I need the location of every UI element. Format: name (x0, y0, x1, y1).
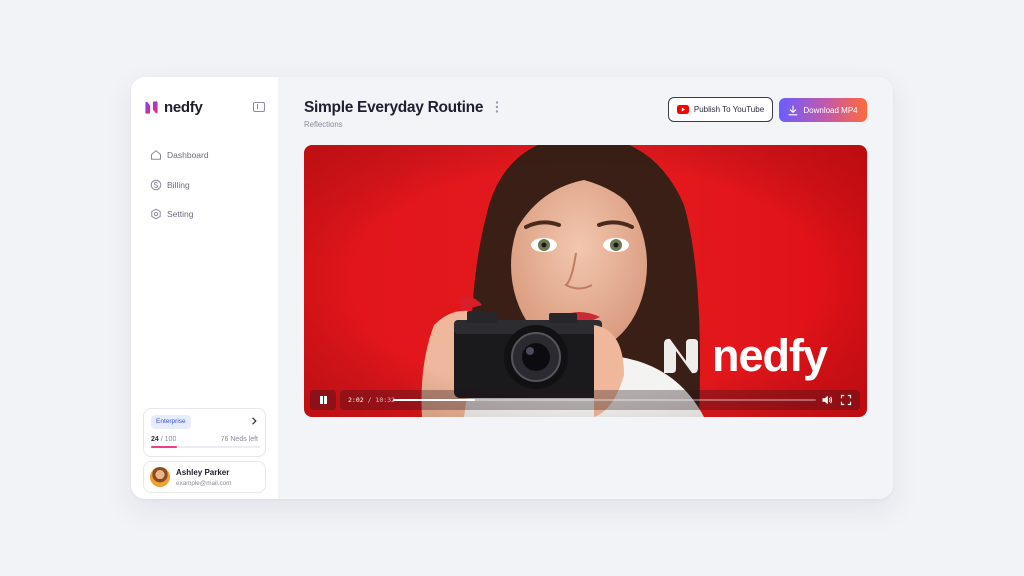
gear-icon (151, 208, 161, 220)
volume-icon[interactable] (821, 394, 833, 406)
video-control-bar: 2:02 / 10:32 (340, 390, 860, 410)
youtube-icon (676, 105, 689, 114)
publish-youtube-label: Publish To YouTube (693, 105, 765, 114)
sidebar-nav: Dashboard Billing Setting (150, 148, 209, 237)
more-options-icon[interactable] (494, 100, 500, 114)
sidebar-item-label: Billing (167, 179, 190, 190)
brand-name: nedfy (164, 99, 203, 116)
download-mp4-label: Download MP4 (803, 105, 858, 115)
video-player[interactable]: nedfy 2:02 / 10:32 (304, 145, 867, 417)
video-current-time: 2:02 (348, 396, 364, 404)
main-content: Simple Everyday Routine Reflections Publ… (278, 77, 893, 499)
chevron-right-icon[interactable] (250, 416, 258, 426)
user-email: example@mail.com (176, 480, 232, 487)
dollar-icon (150, 179, 162, 190)
home-icon (151, 150, 161, 160)
plan-card[interactable]: Enterprise 24 / 100 76 Neds left (143, 408, 266, 457)
video-time: 2:02 / 10:32 (348, 396, 395, 404)
sidebar-item-billing[interactable]: Billing (150, 178, 209, 192)
sidebar-item-label: Setting (167, 209, 194, 219)
publish-youtube-button[interactable]: Publish To YouTube (668, 97, 773, 122)
sidebar: nedfy Dashboard Billing Setting Enterpri… (131, 77, 278, 499)
plan-badge: Enterprise (151, 415, 191, 429)
video-controls: 2:02 / 10:32 (310, 390, 860, 410)
plan-progress-bar (151, 446, 260, 448)
pause-button[interactable] (310, 390, 336, 410)
page-title: Simple Everyday Routine (304, 99, 484, 116)
video-seek-fill (393, 399, 475, 401)
plan-separator: / (160, 436, 163, 443)
user-name: Ashley Parker (176, 468, 230, 477)
plan-usage: 24 / 100 (151, 436, 176, 443)
plan-used-count: 24 (151, 436, 159, 443)
nedfy-watermark-logo-icon (664, 338, 698, 373)
video-time-separator: / (363, 396, 376, 404)
sidebar-item-setting[interactable]: Setting (150, 207, 209, 221)
user-card[interactable]: Ashley Parker example@mail.com (143, 461, 266, 493)
page-subtitle: Reflections (304, 120, 343, 129)
sidebar-collapse-icon[interactable] (253, 102, 265, 112)
plan-remaining: 76 Neds left (220, 436, 258, 443)
nedfy-logo-icon (145, 101, 158, 114)
brand[interactable]: nedfy (144, 99, 203, 116)
download-icon (788, 104, 798, 115)
fullscreen-icon[interactable] (840, 394, 852, 406)
avatar (150, 467, 170, 487)
plan-progress-fill (151, 446, 178, 448)
sidebar-item-label: Dashboard (167, 150, 209, 160)
video-watermark-text: nedfy (712, 330, 828, 381)
video-seek-bar[interactable] (393, 399, 816, 401)
download-mp4-button[interactable]: Download MP4 (779, 98, 867, 122)
plan-total-count: 100 (164, 436, 177, 443)
app-window: nedfy Dashboard Billing Setting Enterpri… (131, 77, 893, 499)
sidebar-item-dashboard[interactable]: Dashboard (150, 148, 209, 162)
video-watermark: nedfy (660, 330, 828, 381)
